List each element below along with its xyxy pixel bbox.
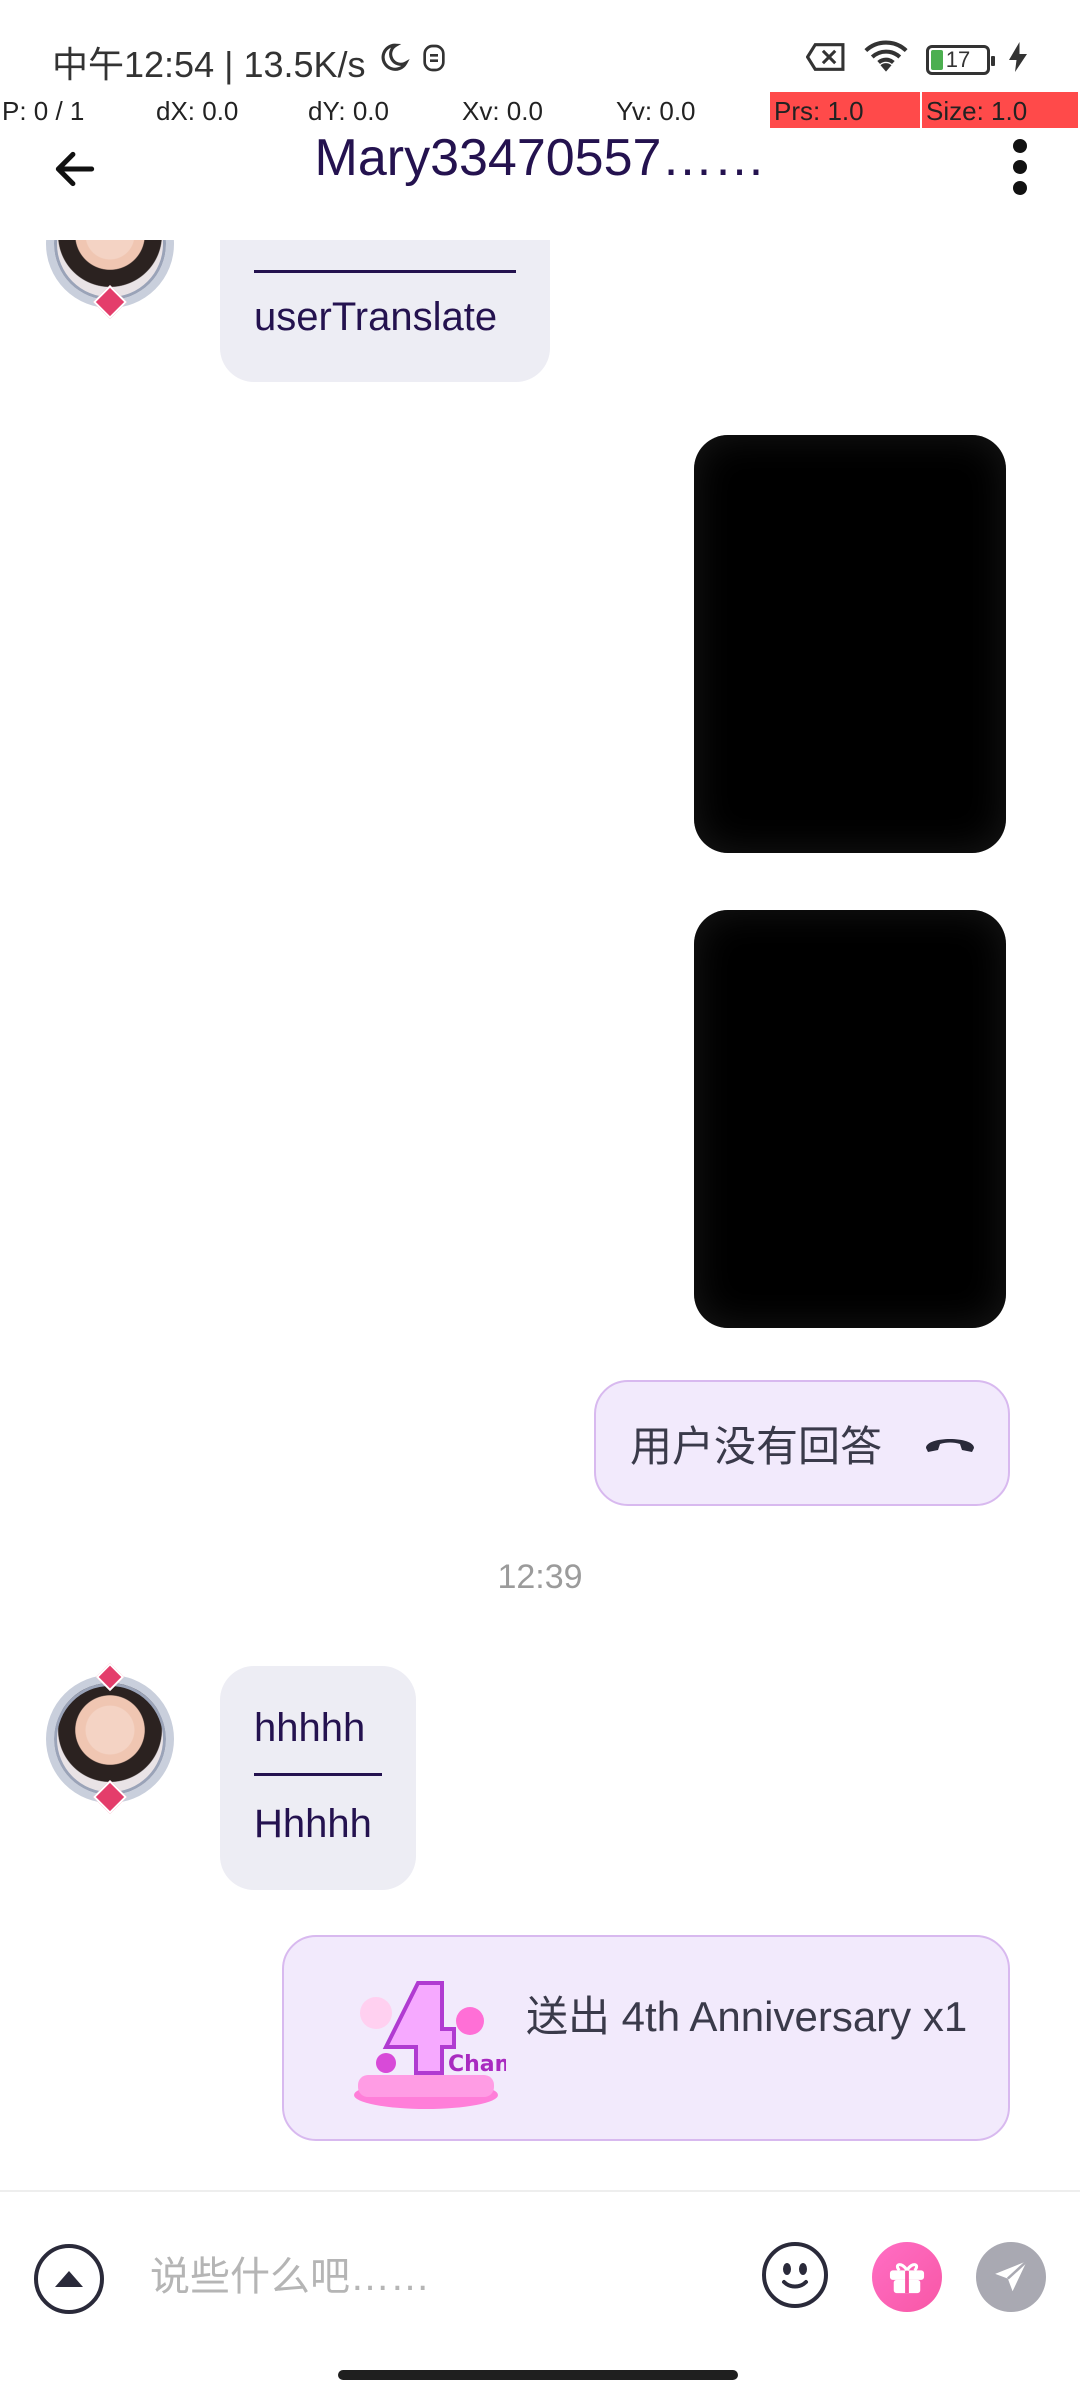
emoji-icon — [782, 2263, 808, 2289]
gift-icon — [889, 2263, 925, 2294]
gift-image-label: Chamet 4th — [448, 2052, 506, 2077]
debug-size: Size: 1.0 — [922, 92, 1078, 128]
message-translation: userTranslate — [254, 295, 498, 339]
message-input[interactable] — [150, 2232, 740, 2322]
debug-xv: Xv: 0.0 — [462, 96, 543, 126]
chat-title: Mary33470557…… — [314, 129, 766, 187]
message-list[interactable]: userTranslate 用户没有回答 12:39 hhhhh Hhhhh C… — [0, 240, 1080, 2190]
message-timestamp: 12:39 — [497, 1558, 583, 1596]
incoming-message-bubble[interactable]: hhhhh Hhhhh — [220, 1666, 416, 1890]
battery-level: 17 — [945, 46, 971, 72]
incoming-message-bubble[interactable]: userTranslate — [220, 240, 550, 382]
chat-header: Mary33470557…… — [0, 128, 1080, 236]
gift-button[interactable] — [872, 2242, 942, 2312]
moon-icon — [376, 41, 410, 84]
back-button[interactable] — [40, 134, 110, 204]
gift-image: Chamet 4th — [346, 1963, 592, 2113]
charging-icon — [1008, 42, 1028, 77]
status-bar: 中午12:54 | 13.5K/s 17 — [0, 0, 1080, 100]
no-sim-icon — [805, 41, 846, 78]
notification-icon — [420, 41, 448, 83]
debug-yv: Yv: 0.0 — [616, 96, 696, 126]
status-time: 中午12:54 | 13.5K/s — [52, 44, 366, 85]
outgoing-media-message[interactable] — [694, 435, 1006, 853]
translation-divider — [254, 1773, 382, 1776]
call-record-bubble[interactable]: 用户没有回答 — [594, 1380, 1010, 1506]
translation-divider — [254, 270, 516, 273]
more-vert-icon — [1013, 139, 1027, 195]
pointer-location-overlay: P: 0 / 1 dX: 0.0 dY: 0.0 Xv: 0.0 Yv: 0.0… — [0, 92, 1080, 128]
message-translation: Hhhhh — [254, 1802, 372, 1846]
home-indicator[interactable] — [338, 2370, 738, 2380]
debug-dy: dY: 0.0 — [308, 96, 389, 126]
back-arrow-icon — [55, 151, 95, 187]
outgoing-media-message[interactable] — [694, 910, 1006, 1328]
expand-panel-button[interactable] — [34, 2244, 104, 2314]
status-left: 中午12:54 | 13.5K/s — [52, 36, 448, 88]
input-bar — [0, 2190, 1080, 2360]
call-status-text: 用户没有回答 — [630, 1422, 883, 1470]
emoji-button[interactable] — [762, 2242, 828, 2308]
avatar[interactable] — [42, 1662, 178, 1815]
avatar[interactable] — [42, 240, 178, 320]
status-right: 17 — [805, 40, 1028, 79]
send-button[interactable] — [976, 2242, 1046, 2312]
battery-icon: 17 — [926, 44, 995, 75]
debug-pressure: Prs: 1.0 — [770, 92, 920, 128]
expand-up-icon — [55, 2271, 83, 2287]
more-options-button[interactable] — [990, 132, 1050, 202]
hangup-phone-icon — [922, 1432, 978, 1459]
message-original: hhhhh — [254, 1706, 366, 1750]
send-icon — [995, 2260, 1028, 2292]
gift-text: 送出 4th Anniversary x1 — [526, 1993, 968, 2040]
wifi-icon — [864, 40, 908, 79]
debug-dx: dX: 0.0 — [156, 96, 239, 126]
debug-pointer-count: P: 0 / 1 — [2, 96, 85, 126]
gift-message-bubble[interactable]: Chamet 4th 送出 4th Anniversary x1 — [282, 1935, 1010, 2141]
